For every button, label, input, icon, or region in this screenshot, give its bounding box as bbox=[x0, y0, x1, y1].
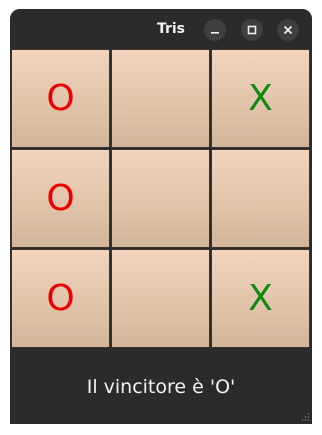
title-bar[interactable]: Tris bbox=[10, 9, 312, 49]
close-icon bbox=[283, 25, 293, 35]
resize-grip-icon[interactable] bbox=[300, 412, 310, 422]
game-board: O X O O X bbox=[10, 49, 312, 349]
maximize-button[interactable] bbox=[241, 19, 263, 41]
board-cell-2[interactable] bbox=[111, 49, 210, 148]
board-cell-5[interactable] bbox=[111, 149, 210, 248]
board-cell-6[interactable] bbox=[211, 149, 310, 248]
winner-label: Il vincitore è 'O' bbox=[86, 375, 236, 398]
board-cell-8[interactable] bbox=[111, 249, 210, 348]
maximize-icon bbox=[247, 25, 257, 35]
app-window: Tris O X O O X Il vincitore è 'O' bbox=[10, 9, 312, 424]
minimize-button[interactable] bbox=[204, 19, 226, 41]
board-cell-4[interactable]: O bbox=[11, 149, 110, 248]
status-bar: Il vincitore è 'O' bbox=[10, 349, 312, 424]
minimize-icon bbox=[211, 32, 219, 34]
board-cell-3[interactable]: X bbox=[211, 49, 310, 148]
window-title: Tris bbox=[156, 21, 186, 37]
close-button[interactable] bbox=[277, 19, 299, 41]
board-cell-7[interactable]: O bbox=[11, 249, 110, 348]
board-cell-1[interactable]: O bbox=[11, 49, 110, 148]
board-cell-9[interactable]: X bbox=[211, 249, 310, 348]
